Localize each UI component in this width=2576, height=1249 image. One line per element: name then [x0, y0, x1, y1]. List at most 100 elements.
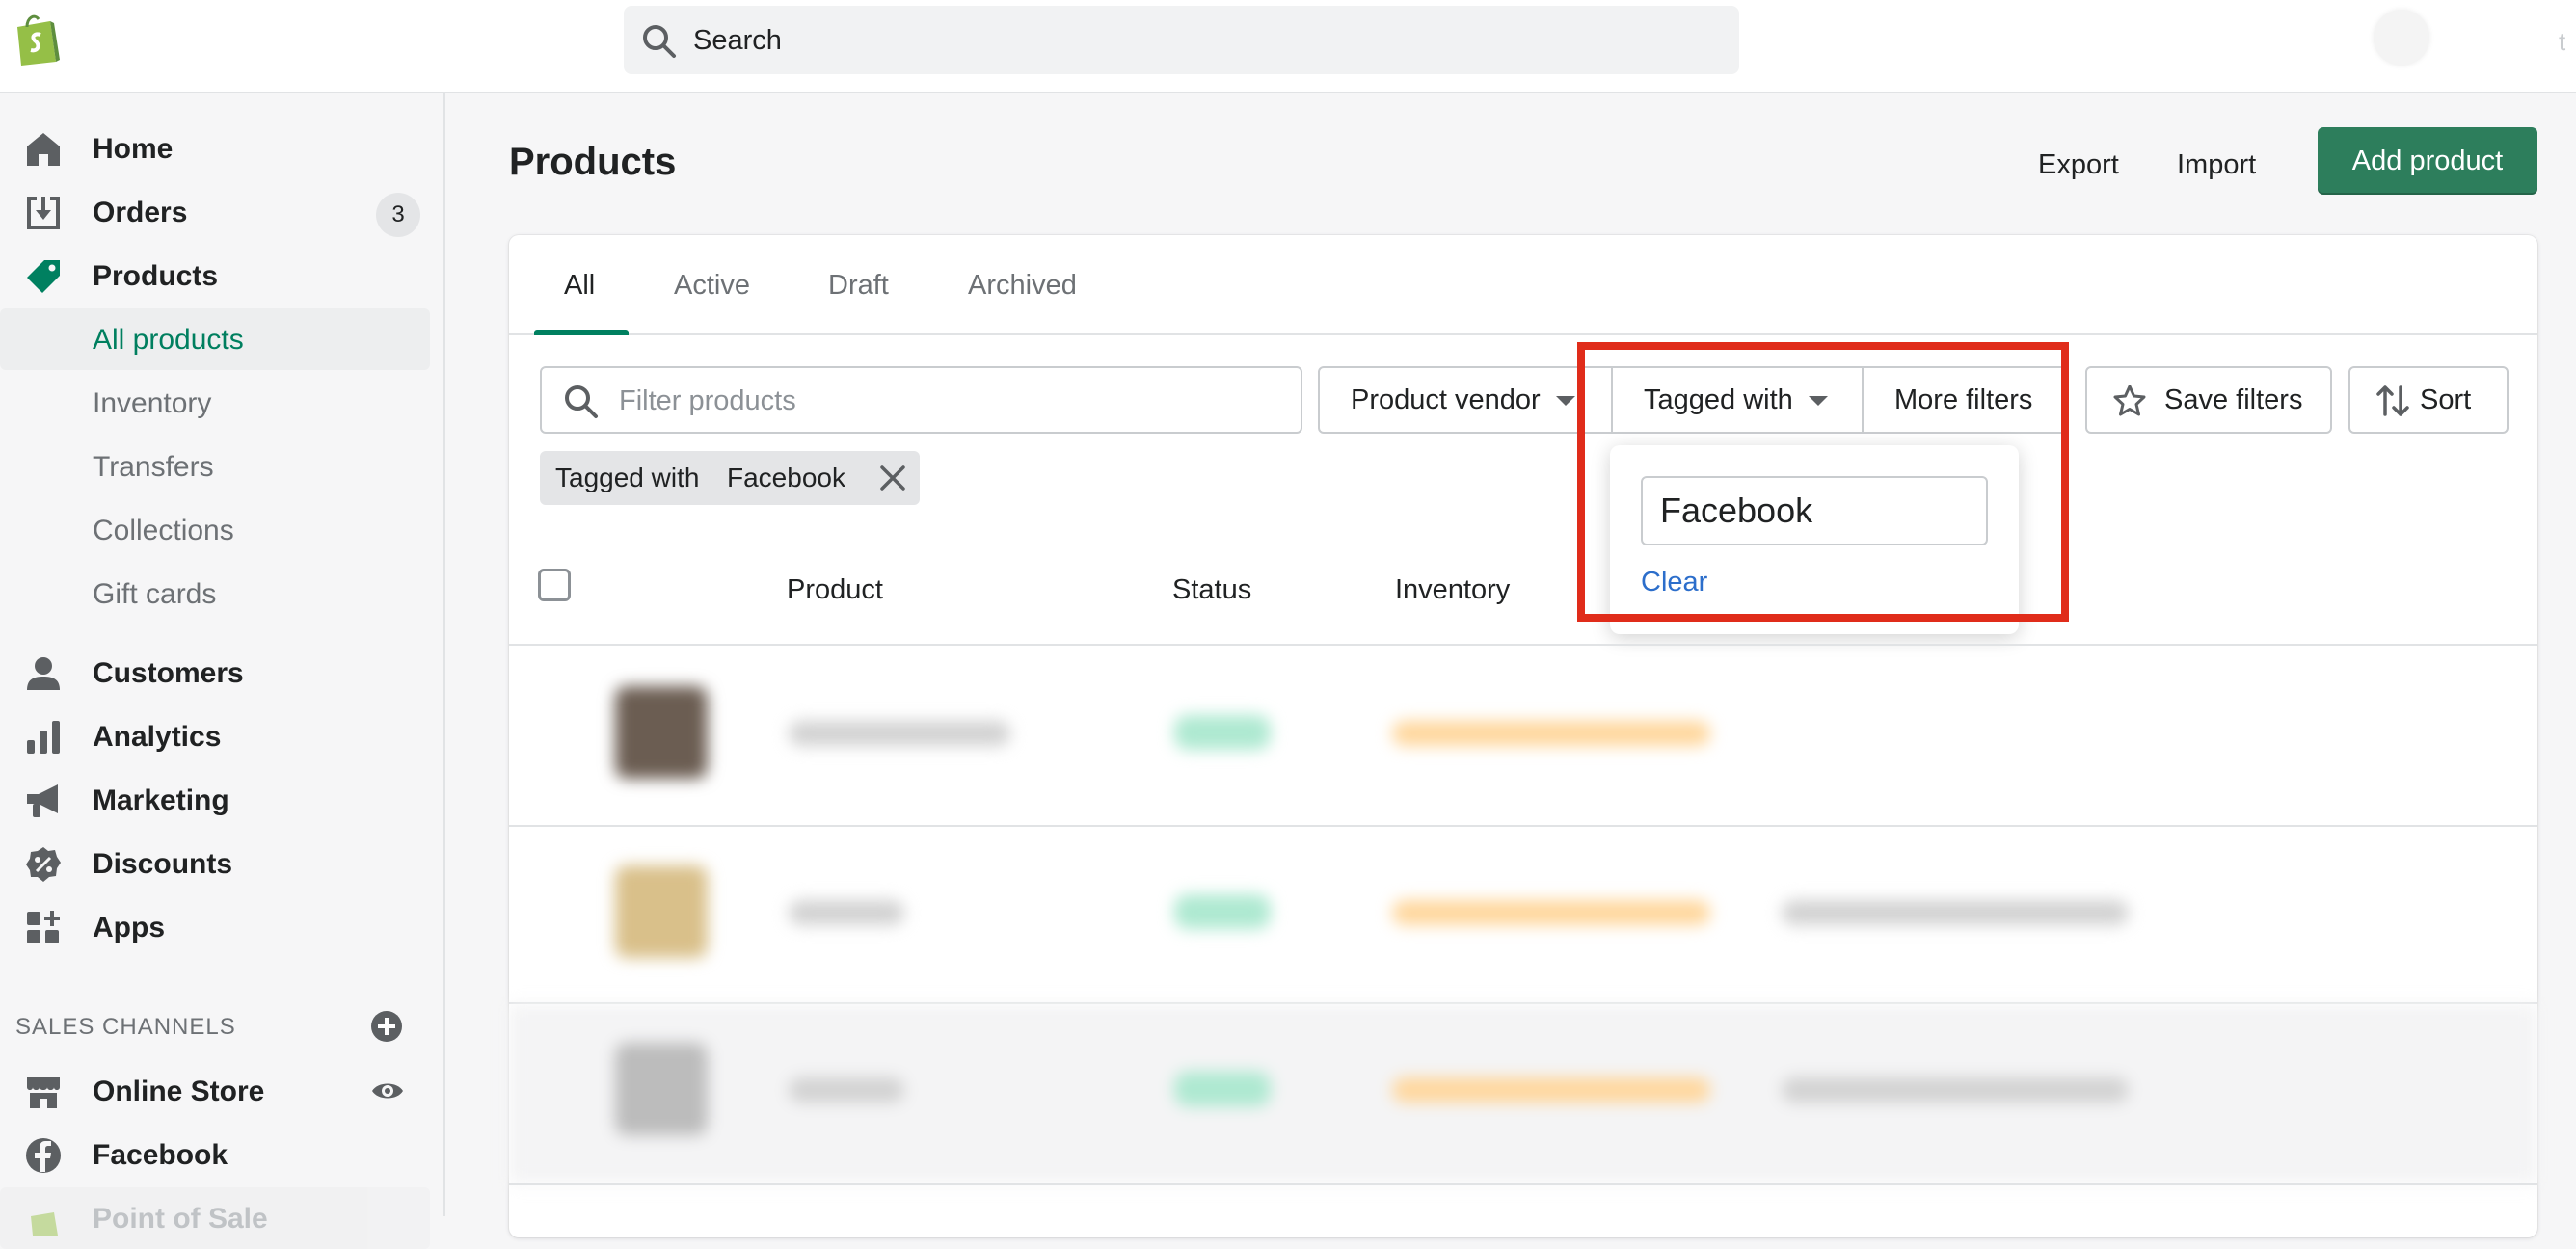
tabs-divider [509, 333, 2537, 335]
sidebar-item-label: Discounts [93, 848, 233, 880]
table-header-divider [509, 644, 2537, 646]
column-header-inventory[interactable]: Inventory [1395, 574, 1510, 606]
sidebar-item-customers[interactable]: Customers [0, 642, 430, 704]
sales-channels-title: SALES CHANNELS [15, 1014, 236, 1040]
sidebar-item-collections[interactable]: Collections [0, 499, 430, 561]
sort-label: Sort [2420, 385, 2472, 415]
close-icon[interactable] [879, 465, 906, 492]
global-search-input[interactable]: Search [624, 6, 1739, 74]
search-icon [643, 25, 676, 58]
user-name[interactable]: t [2559, 27, 2565, 57]
product-vendor-button[interactable]: Product vendor [1318, 366, 1613, 434]
sidebar-item-label: All products [93, 324, 244, 356]
add-channel-icon[interactable] [370, 1010, 403, 1043]
facebook-icon [26, 1138, 61, 1173]
shopify-logo-icon[interactable] [12, 12, 62, 67]
sort-button[interactable]: Sort [2348, 366, 2509, 434]
sidebar-item-orders[interactable]: Orders 3 [0, 181, 430, 243]
avatar[interactable] [2374, 10, 2429, 66]
person-icon [27, 657, 60, 690]
add-product-button[interactable]: Add product [2318, 127, 2537, 195]
sidebar-item-label: Collections [93, 515, 234, 546]
product-thumbnail [615, 1043, 708, 1135]
inventory-text [1392, 1077, 1710, 1103]
product-name [789, 721, 1010, 746]
tab-draft[interactable]: Draft [828, 270, 889, 302]
sidebar-item-analytics[interactable]: Analytics [0, 705, 430, 767]
page-title: Products [509, 141, 677, 183]
sidebar-item-label: Gift cards [93, 578, 217, 610]
sidebar-item-inventory[interactable]: Inventory [0, 372, 430, 434]
product-thumbnail [615, 686, 708, 779]
tab-archived[interactable]: Archived [968, 270, 1077, 302]
inventory-text [1392, 900, 1710, 925]
sidebar-item-online-store[interactable]: Online Store [0, 1060, 430, 1122]
discount-icon [26, 847, 61, 882]
sidebar-item-label: Orders [93, 197, 188, 228]
tab-all[interactable]: All [564, 270, 595, 302]
pos-icon [31, 1212, 58, 1236]
product-name [789, 1077, 904, 1103]
table-row[interactable] [509, 1004, 2537, 1183]
inventory-text [1392, 721, 1710, 746]
save-filters-label: Save filters [2164, 385, 2303, 415]
product-name [789, 900, 904, 925]
chip-key: Tagged with [555, 463, 700, 492]
table-row[interactable] [509, 648, 2537, 827]
sidebar-item-label: Point of Sale [93, 1203, 268, 1235]
chip-value: Facebook [727, 463, 845, 492]
row-divider [509, 1183, 2537, 1185]
highlight-box [1577, 342, 2069, 622]
sidebar-item-label: Inventory [93, 387, 212, 419]
sidebar-item-label: Facebook [93, 1139, 228, 1171]
product-type [1782, 1077, 2129, 1103]
bar-chart-icon [27, 721, 60, 754]
sidebar-item-point-of-sale[interactable]: Point of Sale [0, 1187, 430, 1249]
orders-icon [27, 197, 60, 229]
sidebar-item-label: Transfers [93, 451, 214, 483]
star-icon [2113, 385, 2146, 416]
table-row[interactable] [509, 827, 2537, 1006]
import-button[interactable]: Import [2177, 131, 2256, 199]
sidebar-item-label: Analytics [93, 721, 222, 753]
home-icon [27, 133, 60, 166]
status-badge [1174, 894, 1271, 929]
chevron-down-icon [1555, 396, 1575, 407]
column-header-product[interactable]: Product [787, 574, 883, 606]
sidebar-item-facebook[interactable]: Facebook [0, 1124, 430, 1185]
store-icon [27, 1077, 60, 1108]
sort-icon [2376, 385, 2409, 416]
product-vendor-label: Product vendor [1351, 385, 1541, 415]
sidebar-item-label: Online Store [93, 1076, 265, 1107]
active-tab-indicator [534, 330, 629, 335]
eye-icon[interactable] [370, 1074, 405, 1108]
sidebar-item-label: Marketing [93, 784, 229, 816]
search-icon [565, 385, 598, 418]
sidebar-item-label: Apps [93, 912, 165, 943]
sidebar-item-gift-cards[interactable]: Gift cards [0, 563, 430, 624]
filter-placeholder: Filter products [619, 385, 796, 416]
filter-products-input[interactable]: Filter products [540, 366, 1302, 434]
sidebar-item-transfers[interactable]: Transfers [0, 436, 430, 497]
sidebar-item-home[interactable]: Home [0, 118, 430, 179]
apps-icon [27, 911, 60, 943]
export-button[interactable]: Export [2038, 131, 2119, 199]
sidebar-item-label: Home [93, 133, 174, 165]
status-badge [1174, 1072, 1271, 1106]
sidebar-item-all-products[interactable]: All products [0, 308, 430, 370]
sidebar-item-discounts[interactable]: Discounts [0, 833, 430, 894]
column-header-status[interactable]: Status [1172, 574, 1251, 606]
orders-count-badge: 3 [376, 193, 420, 237]
product-thumbnail [615, 865, 708, 958]
save-filters-button[interactable]: Save filters [2085, 366, 2332, 434]
sidebar-item-apps[interactable]: Apps [0, 896, 430, 958]
sidebar-item-products[interactable]: Products [0, 245, 430, 306]
sidebar-item-marketing[interactable]: Marketing [0, 769, 430, 831]
product-type [1782, 900, 2129, 925]
megaphone-icon [27, 784, 58, 817]
tab-active[interactable]: Active [674, 270, 750, 302]
status-badge [1174, 715, 1271, 750]
search-placeholder: Search [693, 25, 782, 56]
applied-filter-chip: Tagged with Facebook [540, 451, 920, 505]
select-all-checkbox[interactable] [538, 569, 571, 601]
